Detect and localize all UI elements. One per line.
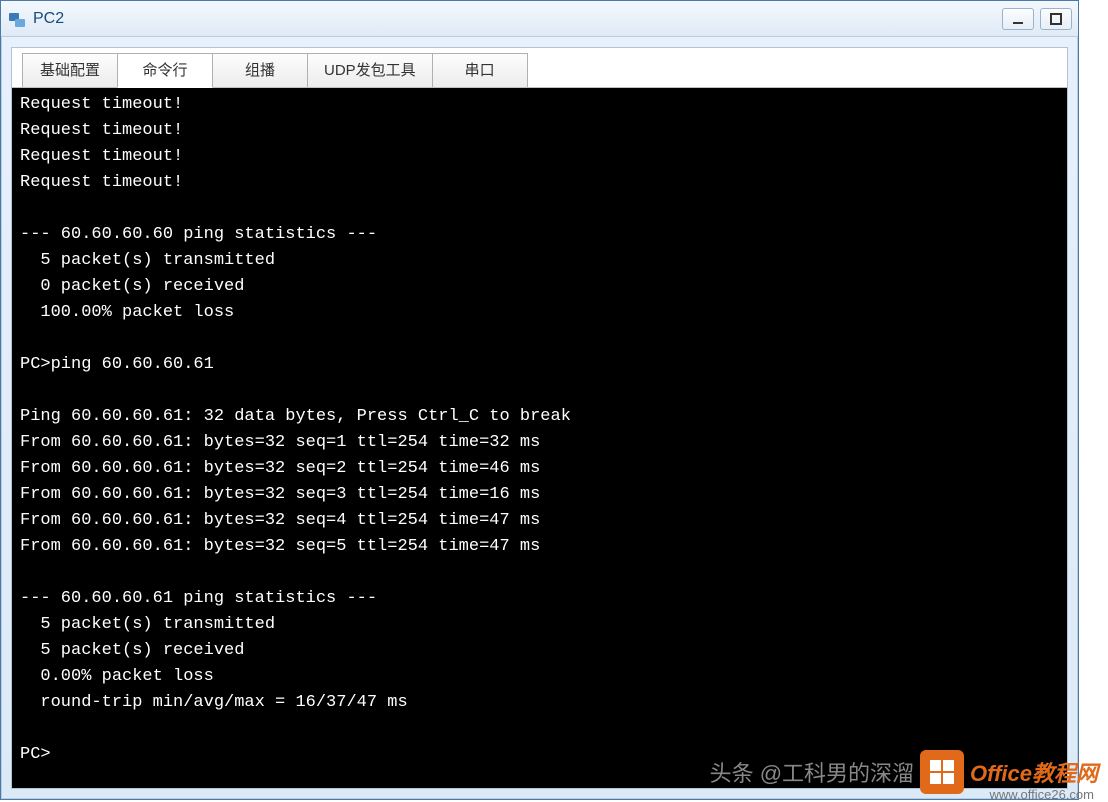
tab-udp-tool[interactable]: UDP发包工具 <box>307 53 433 87</box>
tab-serial[interactable]: 串口 <box>432 53 528 87</box>
window-title: PC2 <box>33 10 1002 28</box>
terminal-output[interactable]: Request timeout! Request timeout! Reques… <box>12 88 1067 788</box>
tab-basic-config[interactable]: 基础配置 <box>22 53 118 87</box>
app-window: PC2 基础配置 命令行 组播 UDP发包工具 串口 Request timeo… <box>0 0 1079 800</box>
titlebar: PC2 <box>1 1 1078 37</box>
tabs-bar: 基础配置 命令行 组播 UDP发包工具 串口 <box>12 48 1067 88</box>
maximize-button[interactable] <box>1040 8 1072 30</box>
minimize-button[interactable] <box>1002 8 1034 30</box>
window-controls <box>1002 8 1072 30</box>
tab-command-line[interactable]: 命令行 <box>117 53 213 88</box>
content-area: 基础配置 命令行 组播 UDP发包工具 串口 Request timeout! … <box>11 47 1068 789</box>
app-icon <box>7 9 27 29</box>
tab-multicast[interactable]: 组播 <box>212 53 308 87</box>
